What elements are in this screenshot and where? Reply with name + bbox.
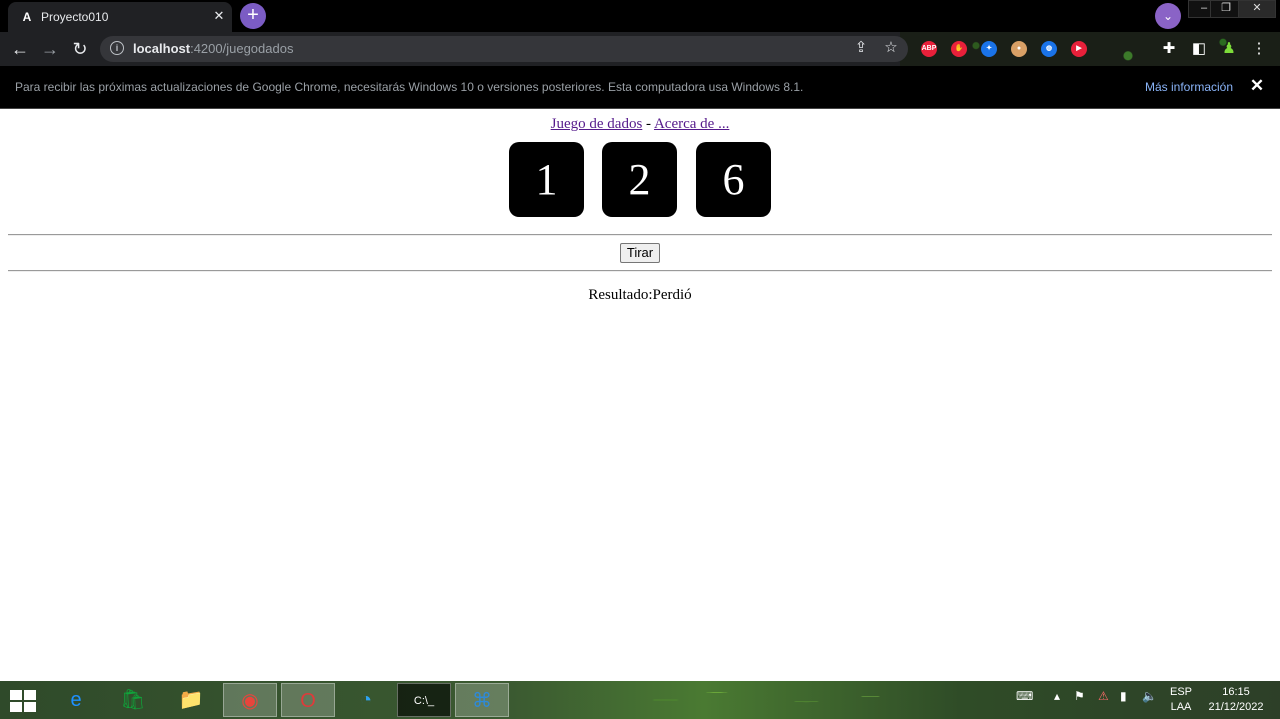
profile-avatar-icon[interactable]: ♟ bbox=[1218, 38, 1240, 60]
die-3: 6 bbox=[696, 142, 771, 217]
network-warning-icon[interactable]: ⚠ bbox=[1098, 689, 1109, 703]
language-indicator[interactable]: ESP LAA bbox=[1166, 685, 1196, 715]
adblock-plus-icon[interactable]: ABP bbox=[921, 41, 937, 57]
system-clock[interactable]: 16:15 21/12/2022 bbox=[1196, 685, 1276, 715]
url-host: localhost bbox=[133, 41, 191, 56]
cookie-icon[interactable]: ● bbox=[1011, 41, 1027, 57]
browser-tab[interactable]: A Proyecto010 ✕ bbox=[8, 2, 232, 32]
back-arrow-icon[interactable]: ← bbox=[8, 37, 32, 61]
die-1: 1 bbox=[509, 142, 584, 217]
language-code: ESP bbox=[1169, 686, 1192, 698]
extensions-puzzle-icon[interactable]: ✚ bbox=[1158, 38, 1180, 60]
start-windows-icon[interactable] bbox=[10, 690, 36, 712]
about-link[interactable]: Acerca de ... bbox=[654, 116, 729, 132]
volume-icon[interactable]: 🔈 bbox=[1142, 689, 1157, 703]
bookmark-star-icon[interactable]: ☆ bbox=[882, 39, 900, 57]
site-info-icon[interactable]: i bbox=[110, 41, 124, 55]
page-content: Juego de dados - Acerca de ... 1 2 6 Tir… bbox=[0, 109, 1280, 681]
nav-separator: - bbox=[642, 116, 654, 132]
chrome-icon[interactable]: ◉ bbox=[223, 683, 277, 717]
infobar-close-icon[interactable]: ✕ bbox=[1248, 77, 1266, 95]
tab-title: Proyecto010 bbox=[41, 10, 109, 24]
angular-favicon-icon: A bbox=[22, 10, 32, 24]
divider-bottom bbox=[8, 270, 1272, 272]
tab-close-icon[interactable]: ✕ bbox=[211, 8, 227, 24]
clock-time: 16:15 bbox=[1222, 686, 1250, 698]
clock-date: 21/12/2022 bbox=[1208, 701, 1264, 713]
opera-icon[interactable]: O bbox=[281, 683, 335, 717]
browser-icon[interactable]: ◔ bbox=[339, 683, 393, 717]
menu-kebab-icon[interactable]: ⋮ bbox=[1248, 38, 1270, 60]
result-text: Resultado:Perdió bbox=[588, 287, 692, 303]
keyboard-icon[interactable]: ⌨ bbox=[1016, 689, 1033, 703]
store-icon[interactable]: 🛍 bbox=[106, 683, 160, 717]
tab-search-chevron-icon[interactable]: ⌄ bbox=[1155, 3, 1181, 29]
vscode-icon[interactable]: ⌘ bbox=[455, 683, 509, 717]
keyboard-layout: LAA bbox=[1170, 701, 1192, 713]
terminal-icon[interactable]: C:\_ bbox=[397, 683, 451, 717]
new-tab-button[interactable]: + bbox=[240, 3, 266, 29]
die-2: 2 bbox=[602, 142, 677, 217]
browser-toolbar: ← → ↻ i localhost:4200/juegodados ⇪ ☆ bbox=[0, 32, 1280, 66]
address-bar[interactable]: i localhost:4200/juegodados ⇪ ☆ bbox=[100, 36, 908, 62]
dice-game-link[interactable]: Juego de dados bbox=[551, 116, 643, 132]
signal-icon[interactable]: ▮ bbox=[1120, 689, 1127, 703]
windows-taskbar: e 🛍 📁 ◉ O ◔ C:\_ ⌘ ⌨ ▴ ⚑ ⚠ ▮ 🔈 ESP LAA 16:15 21… bbox=[0, 681, 1280, 719]
tray-expand-icon[interactable]: ▴ bbox=[1054, 689, 1060, 703]
update-infobar: Para recibir las próximas actualizacione… bbox=[0, 66, 1280, 109]
video-icon[interactable]: ▶ bbox=[1071, 41, 1087, 57]
url-text[interactable]: localhost:4200/juegodados bbox=[133, 41, 293, 56]
internet-explorer-icon[interactable]: e bbox=[49, 683, 103, 717]
hand-icon[interactable]: ✋ bbox=[951, 41, 967, 57]
globe-icon[interactable]: ◍ bbox=[1041, 41, 1057, 57]
share-icon[interactable]: ⇪ bbox=[852, 39, 870, 57]
infobar-message: Para recibir las próximas actualizacione… bbox=[15, 80, 804, 94]
reload-icon[interactable]: ↻ bbox=[68, 37, 92, 61]
forward-arrow-icon[interactable]: → bbox=[38, 37, 62, 61]
title-bar: A Proyecto010 ✕ + ⌄ – ❐ ✕ bbox=[0, 0, 1280, 32]
more-info-link[interactable]: Más información bbox=[1145, 80, 1233, 94]
url-path: :4200/juegodados bbox=[190, 41, 294, 56]
side-panel-icon[interactable]: ◧ bbox=[1188, 38, 1210, 60]
file-explorer-icon[interactable]: 📁 bbox=[164, 683, 218, 717]
divider-top bbox=[8, 234, 1272, 236]
close-window-button[interactable]: ✕ bbox=[1238, 0, 1276, 18]
action-center-flag-icon[interactable]: ⚑ bbox=[1074, 689, 1085, 703]
gamepad-icon[interactable]: ✦ bbox=[981, 41, 997, 57]
throw-button[interactable]: Tirar bbox=[620, 243, 660, 263]
page-nav: Juego de dados - Acerca de ... bbox=[0, 116, 1280, 133]
